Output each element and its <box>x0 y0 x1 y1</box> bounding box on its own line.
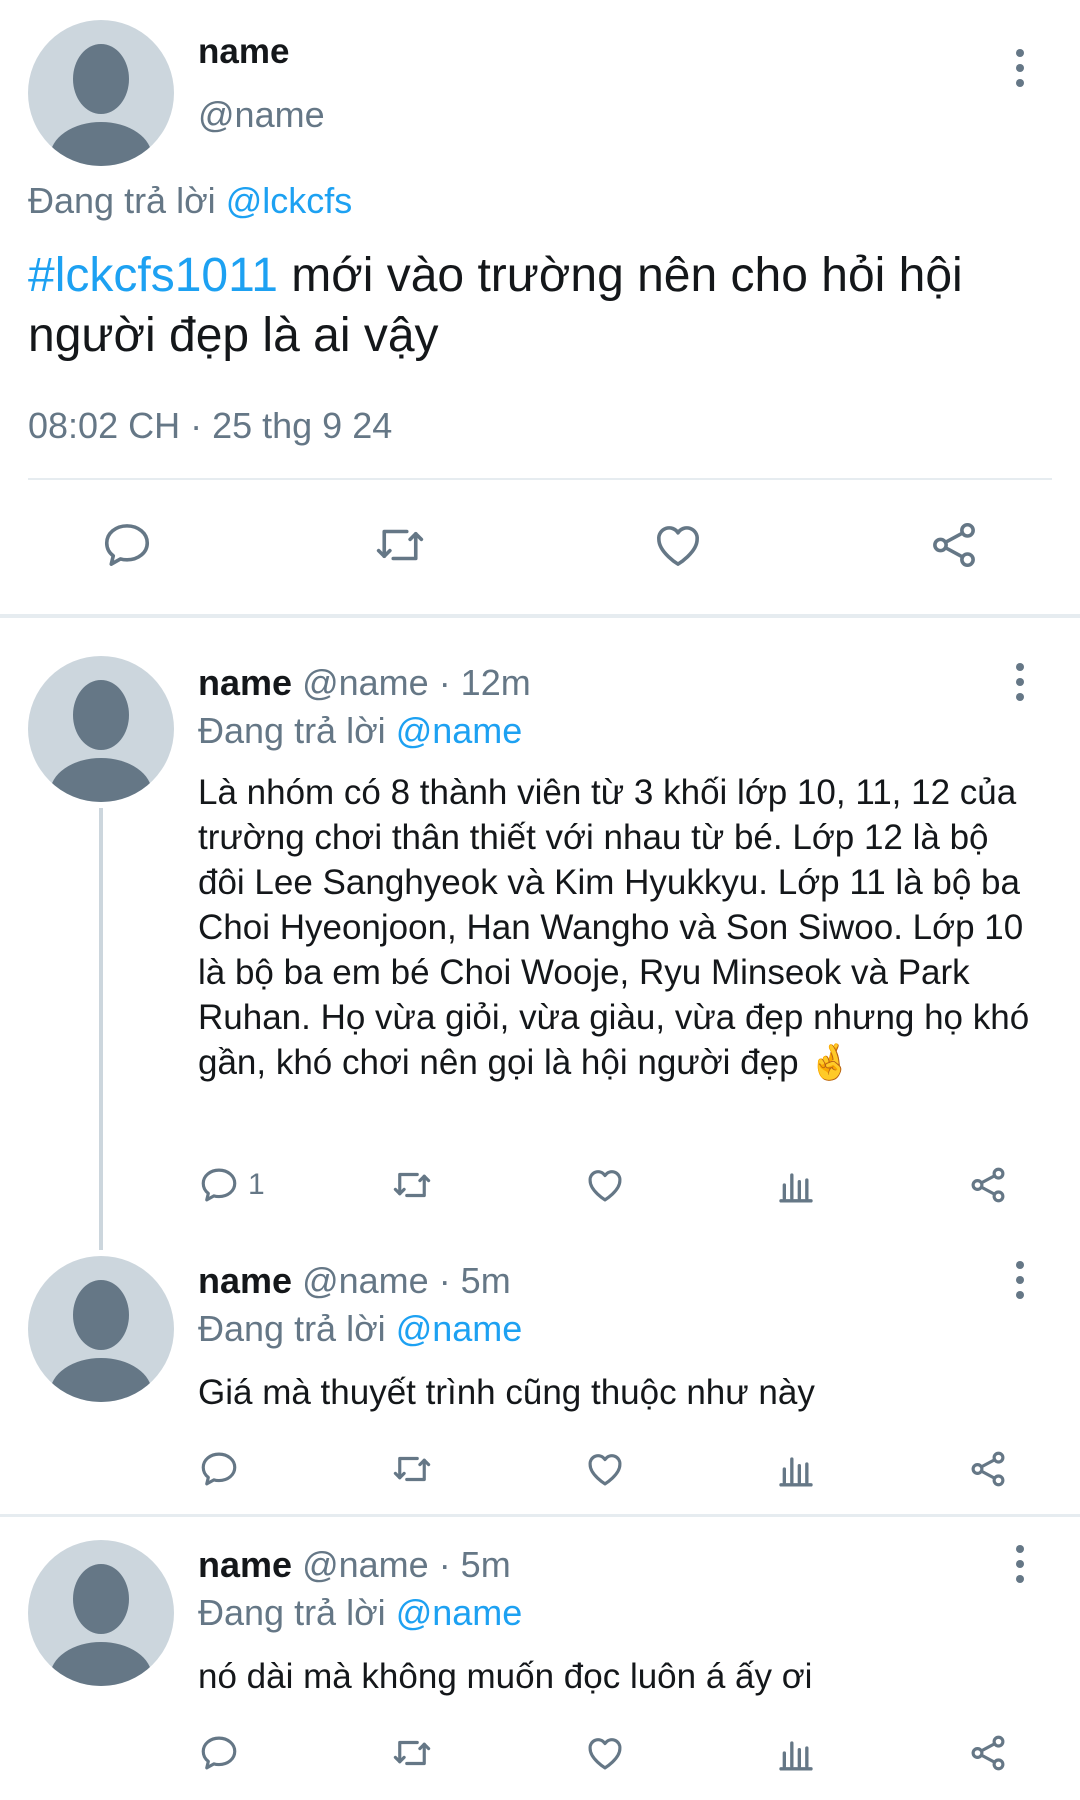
share-button[interactable] <box>966 1448 1010 1490</box>
reply-header: name @name · 12m <box>198 662 531 704</box>
retweet-button[interactable] <box>390 1164 434 1206</box>
replying-to-label: Đang trả lời <box>28 180 216 221</box>
replying-to-handle[interactable]: @name <box>396 710 523 751</box>
reply-count: 1 <box>248 1168 265 1201</box>
replying-to-label: Đang trả lời <box>198 1308 386 1349</box>
thread-line <box>99 808 103 1250</box>
avatar[interactable] <box>28 20 174 166</box>
reply-header: name @name · 5m <box>198 1544 511 1586</box>
share-button[interactable] <box>966 1164 1010 1206</box>
analytics-icon <box>779 1741 813 1771</box>
reply-icon <box>201 1452 237 1486</box>
replying-to-label: Đang trả lời <box>198 710 386 751</box>
like-icon <box>588 1738 622 1770</box>
more-options-icon[interactable] <box>1000 662 1040 702</box>
handle[interactable]: @name <box>302 662 429 703</box>
retweet-icon <box>393 1456 431 1482</box>
section-divider <box>0 614 1080 618</box>
replying-to: Đang trả lời @name <box>198 1592 522 1634</box>
like-button[interactable] <box>583 1448 627 1490</box>
share-icon <box>971 1167 1005 1203</box>
reply-text: Giá mà thuyết trình cũng thuộc như này <box>198 1373 815 1412</box>
analytics-icon <box>779 1173 813 1203</box>
handle[interactable]: @name <box>302 1544 429 1585</box>
like-icon <box>588 1170 622 1202</box>
hashtag-link[interactable]: #lckcfs1011 <box>28 249 278 302</box>
display-name[interactable]: name <box>198 1260 292 1301</box>
reply-text: Là nhóm có 8 thành viên từ 3 khối lớp 10… <box>198 773 1030 1082</box>
share-button[interactable] <box>926 518 982 572</box>
replying-to-handle[interactable]: @name <box>396 1592 523 1633</box>
section-divider <box>0 1514 1080 1517</box>
time-ago[interactable]: · 12m <box>439 662 531 703</box>
crossed-fingers-emoji: 🤞 <box>808 1043 852 1083</box>
analytics-button[interactable] <box>776 1164 816 1206</box>
share-button[interactable] <box>966 1732 1010 1774</box>
display-name[interactable]: name <box>198 32 289 72</box>
reply-button[interactable] <box>198 1732 240 1774</box>
analytics-button[interactable] <box>776 1448 816 1490</box>
avatar[interactable] <box>28 1540 174 1686</box>
more-options-icon[interactable] <box>1000 48 1040 88</box>
avatar[interactable] <box>28 656 174 802</box>
analytics-icon <box>779 1457 813 1487</box>
replying-to-handle[interactable]: @name <box>396 1308 523 1349</box>
retweet-icon <box>393 1740 431 1766</box>
more-options-icon[interactable] <box>1000 1260 1040 1300</box>
reply-text: nó dài mà không muốn đọc luôn á ấy ơi <box>198 1657 813 1696</box>
reply-icon <box>104 524 150 566</box>
share-icon <box>971 1451 1005 1487</box>
reply-button[interactable]: 1 <box>198 1164 265 1206</box>
time-ago[interactable]: · 5m <box>439 1544 511 1585</box>
analytics-button[interactable] <box>776 1732 816 1774</box>
retweet-button[interactable] <box>390 1448 434 1490</box>
display-name[interactable]: name <box>198 662 292 703</box>
like-button[interactable] <box>650 518 706 572</box>
replying-to: Đang trả lời @name <box>198 710 522 752</box>
more-options-icon[interactable] <box>1000 1544 1040 1584</box>
retweet-icon <box>376 529 424 561</box>
replying-to-label: Đang trả lời <box>198 1592 386 1633</box>
replying-to: Đang trả lời @lckcfs <box>28 180 352 222</box>
reply-header: name @name · 5m <box>198 1260 511 1302</box>
replying-to-handle[interactable]: @lckcfs <box>226 180 353 221</box>
avatar[interactable] <box>28 1256 174 1402</box>
share-icon <box>933 522 975 568</box>
retweet-button[interactable] <box>372 518 428 572</box>
like-button[interactable] <box>583 1732 627 1774</box>
like-icon <box>588 1454 622 1486</box>
reply-button[interactable] <box>198 1448 240 1490</box>
retweet-button[interactable] <box>390 1732 434 1774</box>
handle[interactable]: @name <box>302 1260 429 1301</box>
display-name[interactable]: name <box>198 1544 292 1585</box>
reply-text-block: Là nhóm có 8 thành viên từ 3 khối lớp 10… <box>198 770 1038 1086</box>
timestamp[interactable]: 08:02 CH · 25 thg 9 24 <box>28 405 392 447</box>
reply-icon <box>201 1736 237 1770</box>
divider <box>28 478 1052 480</box>
reply-button[interactable] <box>100 518 154 572</box>
replying-to: Đang trả lời @name <box>198 1308 522 1350</box>
handle[interactable]: @name <box>198 94 325 136</box>
retweet-icon <box>393 1172 431 1198</box>
time-ago[interactable]: · 5m <box>439 1260 511 1301</box>
like-button[interactable] <box>583 1164 627 1206</box>
like-icon <box>657 526 699 566</box>
share-icon <box>971 1735 1005 1771</box>
tweet-text: #lckcfs1011 mới vào trường nên cho hỏi h… <box>28 246 1028 366</box>
reply-icon <box>201 1168 237 1202</box>
